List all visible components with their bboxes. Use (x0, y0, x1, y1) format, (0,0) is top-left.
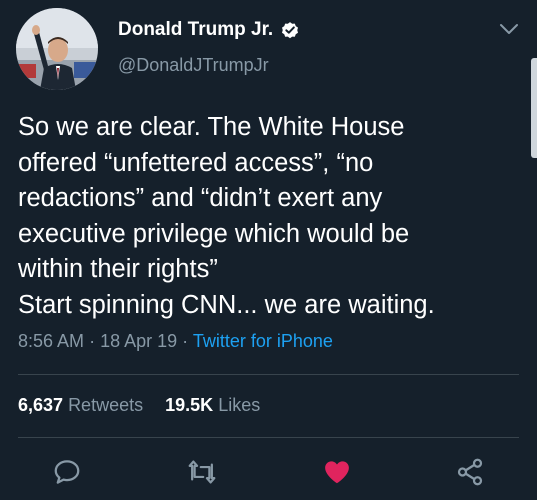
author-handle[interactable]: @DonaldJTrumpJr (118, 55, 269, 76)
reply-button[interactable] (50, 455, 84, 489)
share-icon (457, 458, 483, 486)
heart-icon (325, 461, 349, 484)
share-button[interactable] (453, 455, 487, 489)
meta-separator: · (89, 331, 96, 351)
tweet-date: 18 Apr 19 (100, 331, 178, 351)
author-display-name[interactable]: Donald Trump Jr. (118, 19, 273, 41)
retweets-stat[interactable]: 6,637 Retweets (18, 395, 148, 415)
speech-bubble-icon (54, 460, 80, 484)
tweet-text: So we are clear. The White House offered… (18, 110, 523, 323)
like-button[interactable] (320, 455, 354, 489)
likes-stat[interactable]: 19.5K Likes (165, 395, 260, 415)
tweet-text-line: redactions” and “didn’t exert any (18, 184, 383, 212)
scrollbar-thumb[interactable] (531, 58, 537, 158)
retweets-label: Retweets (68, 395, 144, 415)
divider (18, 374, 519, 375)
retweet-button[interactable] (185, 455, 219, 489)
tweet-text-line: offered “unfettered access”, “no (18, 148, 374, 177)
chevron-down-icon[interactable] (499, 22, 519, 36)
tweet-text-line: Start spinning CNN... we are waiting. (18, 290, 435, 319)
profile-photo-icon (16, 8, 98, 90)
tweet-stats: 6,637 Retweets 19.5K Likes (18, 395, 260, 416)
tweet-meta: 8:56 AM · 18 Apr 19 · Twitter for iPhone (18, 331, 333, 352)
tweet-source-link[interactable]: Twitter for iPhone (193, 331, 333, 351)
tweet-time: 8:56 AM (18, 331, 85, 351)
meta-separator: · (182, 331, 189, 351)
author-name-row[interactable]: Donald Trump Jr. (118, 19, 300, 41)
likes-label: Likes (218, 395, 261, 415)
retweets-count: 6,637 (18, 395, 64, 415)
tweet-actions (0, 455, 537, 491)
divider (18, 437, 519, 438)
likes-count: 19.5K (165, 395, 214, 415)
tweet-text-line: So we are clear. The White House (18, 113, 405, 141)
retweet-icon (188, 460, 216, 484)
tweet-text-line: within their rights” (18, 255, 218, 283)
avatar[interactable] (16, 8, 98, 90)
verified-badge-icon (282, 22, 299, 39)
tweet-text-line: executive privilege which would be (18, 219, 410, 248)
